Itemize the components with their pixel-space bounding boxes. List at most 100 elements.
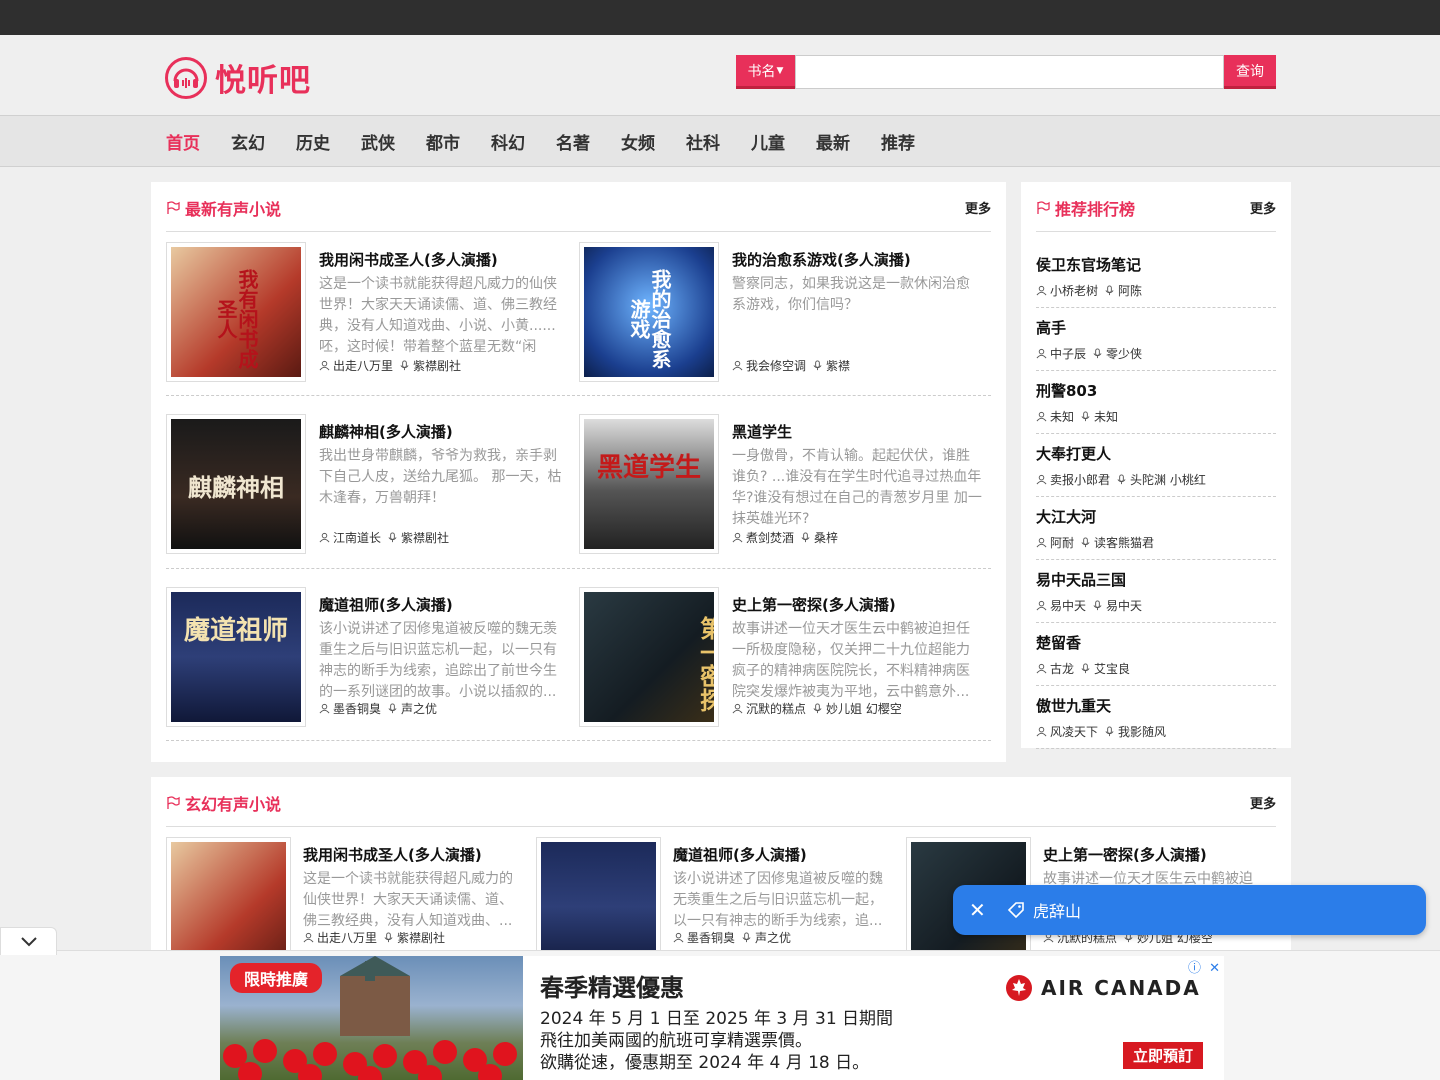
book-title[interactable]: 史上第一密探(多人演播)	[1043, 844, 1207, 865]
ad-close-icon[interactable]: ✕	[1209, 961, 1220, 976]
ranking-author[interactable]: 小桥老树	[1050, 282, 1098, 299]
nav-item-urban[interactable]: 都市	[426, 129, 460, 154]
ranking-book-title[interactable]: 侯卫东官场笔记	[1036, 254, 1141, 275]
ranking-item[interactable]: 楚留香古龙 艾宝良	[1036, 623, 1276, 686]
ranking-book-title[interactable]: 高手	[1036, 317, 1066, 338]
ranking-narrator[interactable]: 我影随风	[1118, 723, 1166, 740]
ranking-narrator[interactable]: 艾宝良	[1094, 660, 1130, 677]
book-cover[interactable]: 我有闲书成圣人	[166, 242, 306, 382]
book-author[interactable]: 我会修空调	[746, 357, 806, 374]
ranking-author[interactable]: 古龙	[1050, 660, 1074, 677]
search-input[interactable]	[795, 55, 1224, 89]
book-item[interactable]: 黑道学生 黑道学生 一身傲骨，不肯认输。起起伏伏，谁胜谁负? ...谁没有在学生…	[579, 414, 982, 554]
book-author[interactable]: 出走八万里	[317, 929, 377, 946]
ranking-narrator[interactable]: 读客熊猫君	[1094, 534, 1154, 551]
book-narrator[interactable]: 紫襟剧社	[413, 357, 461, 374]
nav-item-social[interactable]: 社科	[686, 129, 720, 154]
book-narrator[interactable]: 桑梓	[814, 529, 838, 546]
nav-item-recommend[interactable]: 推荐	[881, 129, 915, 154]
site-logo[interactable]: 悦听吧	[165, 55, 311, 100]
book-author[interactable]: 出走八万里	[333, 357, 393, 374]
ranking-author[interactable]: 未知	[1050, 408, 1074, 425]
ranking-item[interactable]: 易中天品三国易中天 易中天	[1036, 560, 1276, 623]
ranking-book-title[interactable]: 易中天品三国	[1036, 569, 1126, 590]
book-cover[interactable]: 麒麟神相	[166, 414, 306, 554]
book-item[interactable]: 麒麟神相 麒麟神相(多人演播) 我出世身带麒麟，爷爷为救我，亲手剥下自己人皮，送…	[166, 414, 566, 554]
ranking-narrator[interactable]: 头陀渊 小桃红	[1130, 471, 1206, 488]
floating-tag-bar[interactable]: ✕ 虎辞山	[953, 885, 1426, 935]
ranking-item[interactable]: 傲世九重天风凌天下 我影随风	[1036, 686, 1276, 749]
ranking-author[interactable]: 中子辰	[1050, 345, 1086, 362]
book-title[interactable]: 黑道学生	[732, 421, 792, 442]
book-title[interactable]: 麒麟神相(多人演播)	[319, 421, 453, 442]
ranking-item[interactable]: 大奉打更人卖报小郎君 头陀渊 小桃红	[1036, 434, 1276, 497]
book-title[interactable]: 史上第一密探(多人演播)	[732, 594, 896, 615]
book-title[interactable]: 我用闲书成圣人(多人演播)	[303, 844, 482, 865]
ranking-narrator[interactable]: 阿陈	[1118, 282, 1142, 299]
ranking-author[interactable]: 易中天	[1050, 597, 1086, 614]
ranking-narrator[interactable]: 零少侠	[1106, 345, 1142, 362]
nav-item-children[interactable]: 儿童	[751, 129, 785, 154]
ad-banner[interactable]: 限時推廣 春季精選優惠 2024 年 5 月 1 日至 2025 年 3 月 3…	[220, 956, 1224, 1080]
ranking-book-title[interactable]: 傲世九重天	[1036, 695, 1111, 716]
book-narrator[interactable]: 紫襟剧社	[397, 929, 445, 946]
book-cover[interactable]: 我的治愈系游戏	[579, 242, 719, 382]
ad-info-icon[interactable]: ⓘ	[1188, 961, 1201, 976]
nav-item-history[interactable]: 历史	[296, 129, 330, 154]
book-cover[interactable]: 第一密探	[579, 587, 719, 727]
ranking-item[interactable]: 大江大河阿耐 读客熊猫君	[1036, 497, 1276, 560]
nav-item-fantasy[interactable]: 玄幻	[231, 129, 265, 154]
ranking-narrator[interactable]: 未知	[1094, 408, 1118, 425]
book-item[interactable]: 魔道祖师 魔道祖师(多人演播) 该小说讲述了因修鬼道被反噬的魏无羡重生之后与旧识…	[166, 587, 566, 727]
fantasy-more-link[interactable]: 更多	[1250, 793, 1276, 812]
book-author[interactable]: 沉默的糕点	[746, 700, 806, 717]
book-author[interactable]: 煮剑焚酒	[746, 529, 794, 546]
latest-panel: 最新有声小说 更多 我有闲书成圣人 我用闲书成圣人(多人演播) 这是一个读书就能…	[151, 182, 1006, 762]
floating-tag-label[interactable]: 虎辞山	[1033, 898, 1081, 922]
search-type-dropdown[interactable]: 书名 ▼	[736, 55, 795, 89]
nav-item-classics[interactable]: 名著	[556, 129, 590, 154]
book-author[interactable]: 墨香铜臭	[333, 700, 381, 717]
ranking-book-title[interactable]: 刑警803	[1036, 380, 1097, 401]
ranking-item[interactable]: 高手中子辰 零少侠	[1036, 308, 1276, 371]
book-author[interactable]: 江南道长	[333, 529, 381, 546]
ranking-more-link[interactable]: 更多	[1250, 198, 1276, 217]
ad-collapse-button[interactable]	[0, 927, 57, 955]
nav-item-female[interactable]: 女频	[621, 129, 655, 154]
close-icon[interactable]: ✕	[969, 898, 987, 922]
latest-title: 最新有声小说	[166, 196, 281, 220]
ranking-item[interactable]: 侯卫东官场笔记小桥老树 阿陈	[1036, 245, 1276, 308]
ranking-narrator[interactable]: 易中天	[1106, 597, 1142, 614]
book-narrator[interactable]: 妙儿姐 幻樱空	[826, 700, 902, 717]
latest-more-link[interactable]: 更多	[965, 198, 991, 217]
ad-cta-button[interactable]: 立即預訂	[1123, 1042, 1204, 1069]
ranking-author[interactable]: 阿耐	[1050, 534, 1074, 551]
book-narrator[interactable]: 声之优	[755, 929, 791, 946]
book-narrator[interactable]: 紫襟剧社	[401, 529, 449, 546]
book-title[interactable]: 魔道祖师(多人演播)	[319, 594, 453, 615]
nav-item-scifi[interactable]: 科幻	[491, 129, 525, 154]
nav-item-latest[interactable]: 最新	[816, 129, 850, 154]
book-cover[interactable]: 魔道祖师	[166, 587, 306, 727]
ranking-meta: 易中天 易中天	[1036, 597, 1142, 614]
book-cover[interactable]: 黑道学生	[579, 414, 719, 554]
ranking-book-title[interactable]: 大江大河	[1036, 506, 1096, 527]
book-author[interactable]: 墨香铜臭	[687, 929, 735, 946]
ranking-author[interactable]: 风凌天下	[1050, 723, 1098, 740]
book-item[interactable]: 我的治愈系游戏 我的治愈系游戏(多人演播) 警察同志，如果我说这是一款休闲治愈系…	[579, 242, 979, 382]
book-title[interactable]: 我用闲书成圣人(多人演播)	[319, 249, 498, 270]
ranking-item[interactable]: 刑警803 未知 未知	[1036, 371, 1276, 434]
ranking-author[interactable]: 卖报小郎君	[1050, 471, 1110, 488]
book-item[interactable]: 我有闲书成圣人 我用闲书成圣人(多人演播) 这是一个读书就能获得超凡威力的仙侠世…	[166, 242, 566, 382]
microphone-icon	[1105, 726, 1114, 737]
nav-item-home[interactable]: 首页	[166, 129, 200, 154]
book-narrator[interactable]: 紫襟	[826, 357, 850, 374]
book-title[interactable]: 我的治愈系游戏(多人演播)	[732, 249, 911, 270]
search-button[interactable]: 查询	[1224, 55, 1276, 89]
nav-item-wuxia[interactable]: 武侠	[361, 129, 395, 154]
ranking-book-title[interactable]: 大奉打更人	[1036, 443, 1111, 464]
book-title[interactable]: 魔道祖师(多人演播)	[673, 844, 807, 865]
book-item[interactable]: 第一密探 史上第一密探(多人演播) 故事讲述一位天才医生云中鹤被迫担任一所极度隐…	[579, 587, 979, 727]
ranking-book-title[interactable]: 楚留香	[1036, 632, 1081, 653]
book-narrator[interactable]: 声之优	[401, 700, 437, 717]
